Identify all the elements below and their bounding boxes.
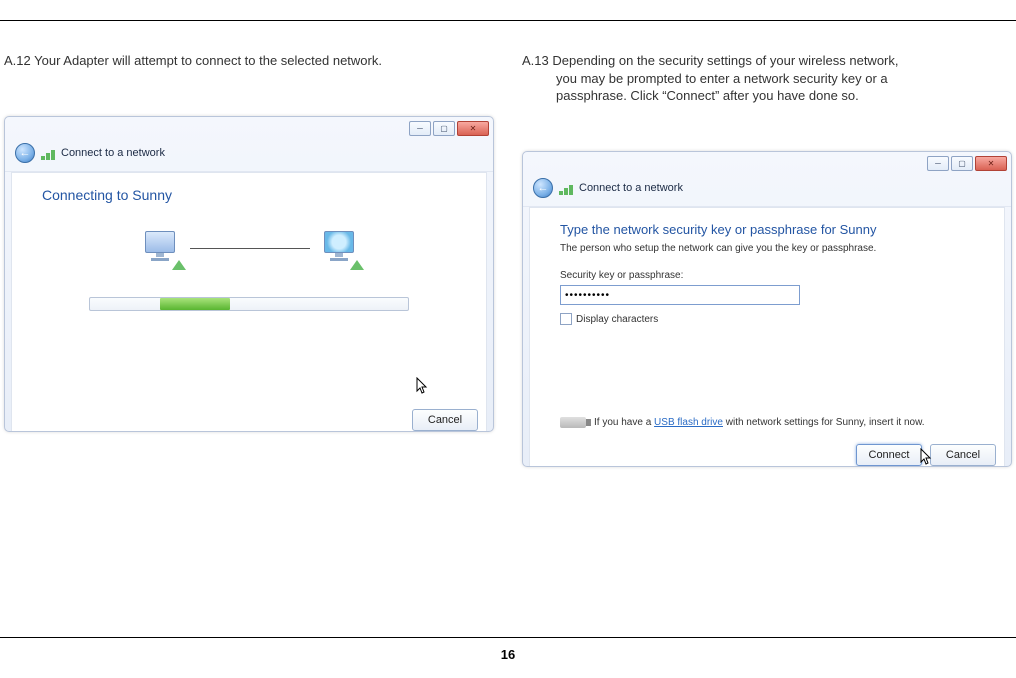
step-a12-body: Your Adapter will attempt to connect to … — [34, 53, 382, 68]
top-horizontal-rule — [0, 20, 1016, 21]
passphrase-content: Type the network security key or passphr… — [529, 207, 1005, 467]
close-button[interactable]: ✕ — [975, 156, 1007, 171]
progress-bar — [89, 297, 409, 311]
network-signal-icon — [559, 181, 573, 195]
left-column: A.12 Your Adapter will attempt to connec… — [4, 52, 494, 467]
step-a13-line1: Depending on the security settings of yo… — [552, 53, 898, 68]
maximize-button[interactable]: ▢ — [951, 156, 973, 171]
usb-hint-prefix: If you have a — [594, 417, 654, 428]
maximize-button[interactable]: ▢ — [433, 121, 455, 136]
cancel-button[interactable]: Cancel — [930, 444, 996, 466]
back-arrow-icon[interactable]: ← — [533, 178, 553, 198]
connecting-window: ─ ▢ ✕ ← Connect to a network Connecting … — [4, 116, 494, 432]
usb-drive-icon — [560, 417, 586, 428]
usb-hint-suffix: with network settings for Sunny, insert … — [723, 417, 925, 428]
remote-network-icon — [320, 231, 358, 267]
cancel-button[interactable]: Cancel — [412, 409, 478, 431]
passphrase-window: ─ ▢ ✕ ← Connect to a network Type the ne… — [522, 151, 1012, 467]
passphrase-field-label: Security key or passphrase: — [560, 270, 974, 281]
usb-flash-drive-link[interactable]: USB flash drive — [654, 417, 723, 428]
step-a12-text: A.12 Your Adapter will attempt to connec… — [4, 52, 494, 70]
local-pc-icon — [140, 231, 180, 267]
display-characters-row: Display characters — [560, 313, 974, 325]
window-header-row: ← Connect to a network — [523, 174, 1011, 207]
titlebar: ─ ▢ ✕ — [5, 117, 493, 139]
mouse-cursor-icon — [920, 448, 932, 466]
mouse-cursor-icon — [416, 377, 428, 395]
connecting-heading: Connecting to Sunny — [42, 187, 456, 203]
page-number: 16 — [0, 647, 1016, 662]
step-a13-text: A.13 Depending on the security settings … — [522, 52, 1012, 105]
connect-button[interactable]: Connect — [856, 444, 922, 466]
wifi-badge-icon — [350, 260, 364, 270]
usb-hint-row: If you have a USB flash drive with netwo… — [560, 417, 974, 428]
passphrase-input[interactable] — [560, 285, 800, 305]
window-header-row: ← Connect to a network — [5, 139, 493, 172]
step-a13-line2: you may be prompted to enter a network s… — [522, 70, 1012, 88]
usb-hint-text: If you have a USB flash drive with netwo… — [594, 417, 925, 428]
progress-fill — [160, 298, 230, 310]
back-arrow-icon[interactable]: ← — [15, 143, 35, 163]
connection-line-icon — [190, 248, 310, 249]
button-row: Cancel — [412, 409, 478, 431]
window-title: Connect to a network — [61, 147, 165, 159]
minimize-button[interactable]: ─ — [409, 121, 431, 136]
passphrase-helper: The person who setup the network can giv… — [560, 243, 974, 254]
bottom-horizontal-rule — [0, 637, 1016, 638]
step-a12-label: A.12 — [4, 53, 31, 68]
wifi-badge-icon — [172, 260, 186, 270]
network-signal-icon — [41, 146, 55, 160]
connection-diagram — [42, 231, 456, 267]
display-characters-checkbox[interactable] — [560, 313, 572, 325]
close-button[interactable]: ✕ — [457, 121, 489, 136]
right-column: A.13 Depending on the security settings … — [522, 52, 1012, 467]
step-a13-label: A.13 — [522, 53, 549, 68]
display-characters-label: Display characters — [576, 314, 658, 325]
step-a13-line3: passphrase. Click “Connect” after you ha… — [522, 87, 1012, 105]
connecting-content: Connecting to Sunny — [11, 172, 487, 432]
passphrase-heading: Type the network security key or passphr… — [560, 222, 974, 237]
minimize-button[interactable]: ─ — [927, 156, 949, 171]
titlebar: ─ ▢ ✕ — [523, 152, 1011, 174]
window-title: Connect to a network — [579, 182, 683, 194]
